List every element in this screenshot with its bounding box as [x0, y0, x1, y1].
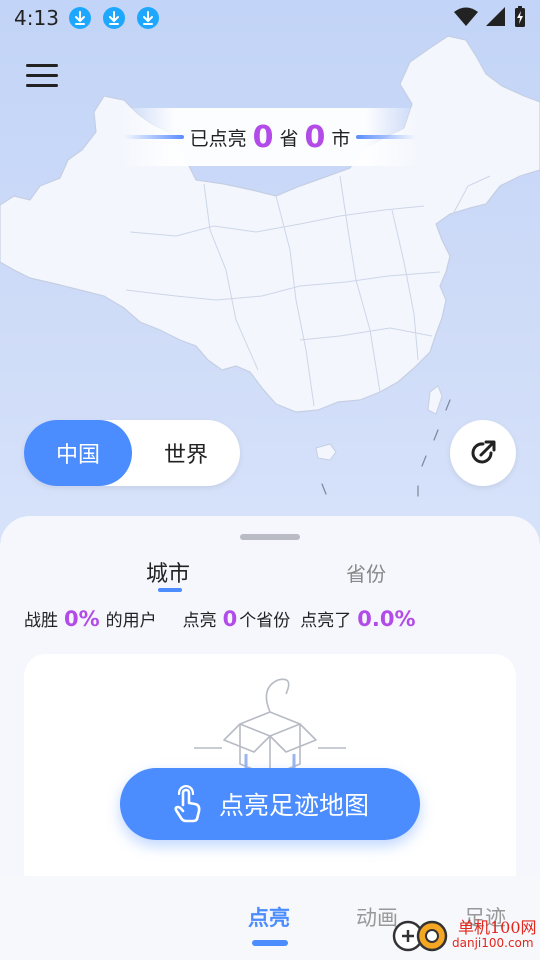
status-time: 4:13 [14, 6, 59, 30]
watermark: 单机100网 danji100.com [392, 914, 537, 954]
signal-icon [486, 7, 505, 26]
lit-province-count: 0 [252, 119, 274, 155]
share-button[interactable] [450, 420, 516, 486]
watermark-url: danji100.com [452, 935, 534, 950]
download-icon [102, 7, 125, 29]
tab-indicator [158, 588, 182, 592]
toggle-china[interactable]: 中国 [24, 420, 132, 486]
wifi-icon [454, 7, 478, 26]
banner-decoration-left [124, 135, 184, 139]
light-map-button[interactable]: 点亮足迹地图 [120, 768, 420, 840]
lit-counter: 已点亮 0 省 0 市 [120, 108, 420, 166]
battery-charging-icon [515, 6, 525, 27]
lit-value: 0 [222, 607, 238, 631]
watermark-logo-icon [392, 920, 448, 952]
beat-value: 0% [64, 607, 100, 631]
nav-indicator [252, 940, 288, 946]
lit-city-unit: 市 [331, 127, 351, 150]
share-icon [471, 440, 496, 464]
lit-ratio-label: 点亮了 [300, 611, 352, 631]
lit-suffix: 个省份 [239, 611, 291, 631]
sheet-handle[interactable] [240, 534, 300, 540]
nav-light[interactable]: 点亮 [248, 902, 290, 932]
banner-decoration-right [356, 135, 416, 139]
lit-city-count: 0 [304, 119, 326, 155]
light-map-label: 点亮足迹地图 [218, 791, 369, 820]
watermark-title: 单机100网 [458, 917, 537, 937]
menu-icon[interactable] [26, 64, 58, 92]
status-right [454, 6, 526, 28]
beat-suffix: 的用户 [105, 611, 157, 631]
tap-hand-icon [171, 785, 205, 823]
tab-province[interactable]: 省份 [346, 558, 386, 587]
download-icon [68, 7, 91, 29]
tab-city[interactable]: 城市 [146, 556, 190, 588]
lit-ratio-value: 0.0% [357, 607, 416, 631]
stats-line: 战胜 0% 的用户 点亮 0 个省份 点亮了 0.0% [24, 606, 524, 631]
toggle-world[interactable]: 世界 [132, 420, 240, 486]
lit-label: 点亮 [182, 611, 217, 631]
lit-province-unit: 省 [279, 127, 299, 150]
lit-prefix: 已点亮 [189, 127, 247, 150]
beat-label: 战胜 [24, 611, 58, 631]
sheet-tabs: 城市 省份 [0, 554, 540, 604]
status-bar: 4:13 [0, 0, 540, 36]
download-icon [136, 7, 159, 29]
region-toggle[interactable]: 中国 世界 [24, 420, 240, 486]
